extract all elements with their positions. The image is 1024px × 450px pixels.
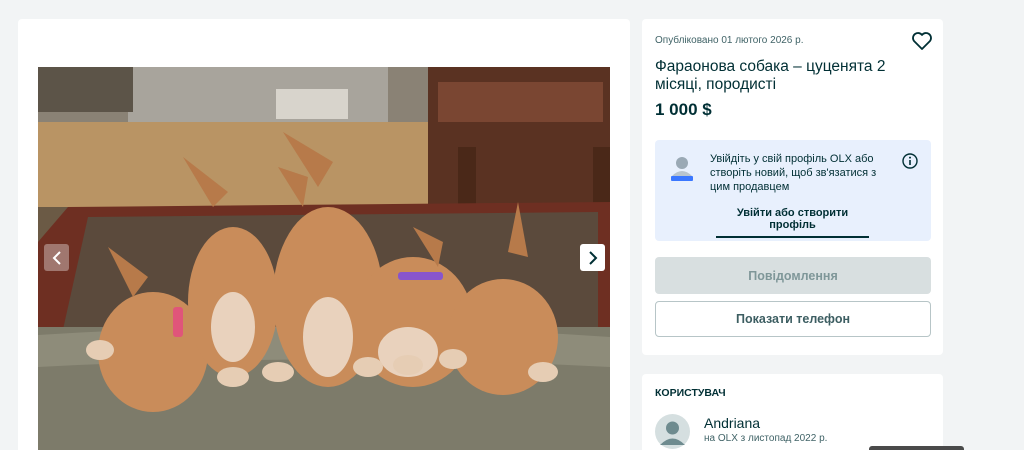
chevron-right-icon <box>588 250 597 265</box>
message-button[interactable]: Повідомлення <box>655 257 931 294</box>
info-icon[interactable] <box>902 153 918 169</box>
user-profile-icon <box>671 157 693 181</box>
user-card: КОРИСТУВАЧ Andriana на OLX з листопад 20… <box>642 374 943 450</box>
show-phone-button[interactable]: Показати телефон <box>655 301 931 337</box>
published-date: Опубліковано 01 лютого 2026 р. <box>655 35 804 46</box>
listing-title: Фараонова собака – цуценята 2 місяці, по… <box>655 58 886 93</box>
user-name[interactable]: Andriana <box>704 415 760 431</box>
heart-icon[interactable] <box>911 31 933 51</box>
user-since: на OLX з листопад 2022 р. <box>704 433 828 444</box>
login-prompt: Увійдіть у свій профіль OLX або створіть… <box>655 140 931 241</box>
gallery-prev-button[interactable] <box>44 244 69 271</box>
listing-info-card: Опубліковано 01 лютого 2026 р. Фараонова… <box>642 19 943 355</box>
bottom-overlay-bar <box>869 446 964 450</box>
login-link[interactable]: Увійти або створити профіль <box>716 207 869 238</box>
avatar[interactable] <box>655 414 690 449</box>
gallery-next-button[interactable] <box>580 244 605 271</box>
gallery-card <box>18 19 630 450</box>
login-prompt-text: Увійдіть у свій профіль OLX або створіть… <box>710 153 877 193</box>
listing-price: 1 000 $ <box>655 100 712 119</box>
chevron-left-icon <box>52 250 61 265</box>
listing-photo[interactable] <box>38 67 610 450</box>
user-section-title: КОРИСТУВАЧ <box>655 387 726 399</box>
